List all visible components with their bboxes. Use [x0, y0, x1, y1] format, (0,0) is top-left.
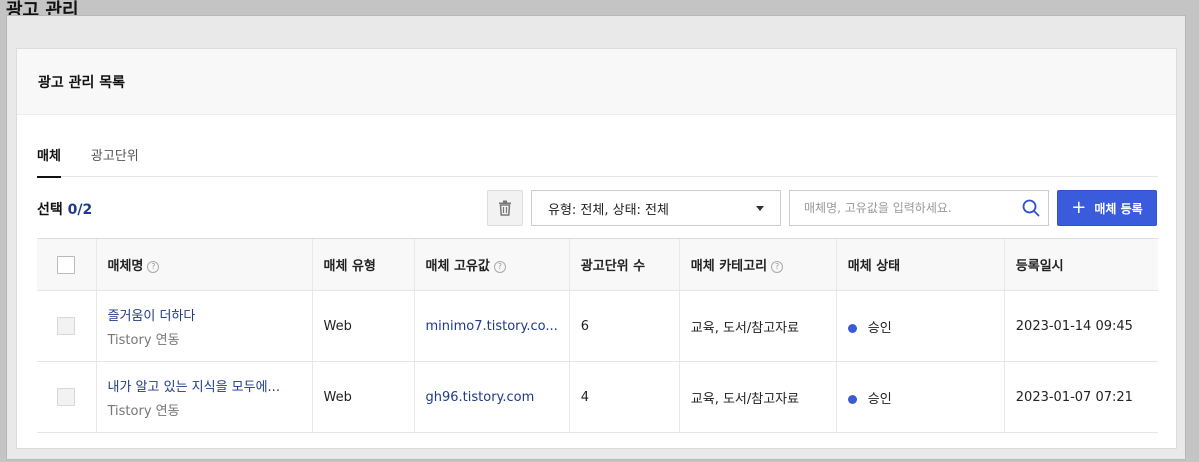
row-checkbox[interactable] [57, 317, 76, 335]
media-table: 매체명? 매체 유형 매체 고유값? 광고단위 수 매체 카테고리? 매체 상태… [37, 238, 1158, 433]
table-row: 내가 알고 있는 지식을 모두에... Tistory 연동 Web gh96.… [37, 361, 1158, 433]
table-row: 즐거움이 더하다 Tistory 연동 Web minimo7.tistory.… [37, 290, 1158, 362]
outer-panel: 광고 관리 목록 매체 광고단위 선택 0/2 유형: 전체, 상태: 전체 매… [6, 15, 1186, 460]
media-type: Web [311, 361, 414, 433]
media-uid-link[interactable]: minimo7.tistory.co... [426, 319, 558, 334]
header-media-category: 매체 카테고리? [678, 238, 837, 291]
row-checkbox-cell [37, 361, 96, 433]
search-icon[interactable] [1014, 191, 1048, 225]
media-name-link[interactable]: 내가 알고 있는 지식을 모두에... [108, 376, 301, 395]
register-media-button[interactable]: + 매체 등록 [1057, 190, 1157, 226]
trash-icon [499, 200, 511, 216]
caret-down-icon [756, 205, 764, 211]
help-icon[interactable]: ? [147, 260, 160, 273]
header-label: 매체 고유값 [425, 259, 490, 274]
toolbar: 선택 0/2 유형: 전체, 상태: 전체 매체명, 고유값을 입력하세요. +… [37, 189, 1158, 227]
media-status-cell: 승인 [835, 290, 1005, 362]
ad-unit-count: 4 [568, 361, 680, 433]
plus-icon: + [1071, 197, 1087, 218]
status-label: 승인 [867, 391, 892, 407]
header-media-name: 매체명? [95, 238, 312, 291]
ad-unit-count: 6 [568, 290, 680, 362]
status-dot-icon [847, 323, 857, 333]
media-type: Web [311, 290, 414, 362]
select-all-checkbox[interactable] [57, 255, 76, 274]
table-header-row: 매체명? 매체 유형 매체 고유값? 광고단위 수 매체 카테고리? 매체 상태… [37, 238, 1158, 291]
search-box [789, 190, 1049, 226]
header-label: 매체명 [107, 259, 144, 274]
media-source: Tistory 연동 [107, 332, 180, 348]
registered-at: 2023-01-07 07:21 [1003, 361, 1158, 433]
media-category: 교육, 도서/참고자료 [678, 361, 837, 433]
media-status-cell: 승인 [835, 361, 1005, 433]
filter-select[interactable]: 유형: 전체, 상태: 전체 [531, 190, 781, 226]
media-uid-cell: gh96.tistory.com [413, 361, 570, 433]
help-icon[interactable]: ? [493, 260, 506, 273]
registered-at: 2023-01-14 09:45 [1003, 290, 1158, 362]
status-label: 승인 [867, 320, 892, 336]
search-input[interactable] [790, 191, 1014, 225]
selected-count: 선택 0/2 [37, 199, 92, 219]
delete-button[interactable] [487, 190, 523, 226]
tab-bar: 매체 광고단위 [37, 145, 1158, 178]
media-uid-cell: minimo7.tistory.co... [413, 290, 570, 362]
media-uid-link[interactable]: gh96.tistory.com [426, 390, 535, 405]
section-header: 광고 관리 목록 [17, 49, 1176, 115]
help-icon[interactable]: ? [771, 260, 784, 273]
media-name-link[interactable]: 즐거움이 더하다 [108, 305, 301, 324]
header-media-uid: 매체 고유값? [413, 238, 570, 291]
row-checkbox-cell [37, 290, 96, 362]
register-label: 매체 등록 [1094, 201, 1143, 216]
header-media-status: 매체 상태 [835, 238, 1005, 291]
row-checkbox[interactable] [57, 388, 76, 406]
filter-value: 유형: 전체, 상태: 전체 [548, 202, 669, 218]
media-category: 교육, 도서/참고자료 [678, 290, 837, 362]
header-label: 매체 카테고리 [690, 259, 768, 274]
tab-media[interactable]: 매체 [37, 145, 61, 178]
tab-ad-units[interactable]: 광고단위 [91, 145, 139, 177]
header-registered-at: 등록일시 [1003, 238, 1158, 291]
selected-label: 선택 [37, 202, 63, 218]
header-media-type: 매체 유형 [311, 238, 414, 291]
media-source: Tistory 연동 [107, 403, 180, 419]
media-name-cell: 즐거움이 더하다 Tistory 연동 [95, 290, 312, 362]
header-ad-unit-count: 광고단위 수 [568, 238, 680, 291]
section-title: 광고 관리 목록 [38, 74, 126, 91]
media-name-cell: 내가 알고 있는 지식을 모두에... Tistory 연동 [95, 361, 312, 433]
selected-count-value: 0/2 [67, 202, 93, 218]
ad-management-card: 광고 관리 목록 매체 광고단위 선택 0/2 유형: 전체, 상태: 전체 매… [16, 48, 1177, 449]
status-dot-icon [847, 394, 857, 404]
header-checkbox-cell [37, 238, 96, 291]
